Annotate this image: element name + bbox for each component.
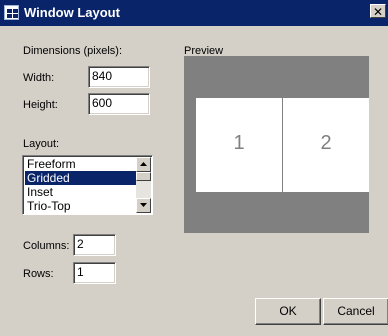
- scroll-up-button[interactable]: [136, 157, 151, 172]
- layout-scrollbar[interactable]: [136, 157, 151, 213]
- width-input[interactable]: 840: [88, 66, 150, 88]
- preview-pane-number: 2: [320, 132, 332, 154]
- preview-pane-2: 2: [283, 98, 369, 192]
- height-input[interactable]: 600: [88, 93, 150, 115]
- ok-button[interactable]: OK: [255, 298, 321, 325]
- cancel-button[interactable]: Cancel: [323, 298, 388, 325]
- layout-listbox[interactable]: Freeform Gridded Inset Trio-Top: [22, 155, 153, 215]
- arrow-down-icon: [140, 203, 147, 207]
- window-layout-icon: [4, 5, 19, 20]
- dimensions-label: Dimensions (pixels):: [23, 45, 123, 57]
- height-label: Height:: [23, 99, 58, 111]
- window-title: Window Layout: [24, 5, 120, 20]
- layout-preview: 1 2: [184, 56, 369, 233]
- list-item[interactable]: Trio-Top: [25, 199, 136, 213]
- arrow-up-icon: [140, 162, 147, 166]
- preview-pane-1: 1: [196, 98, 282, 192]
- preview-pane-number: 1: [233, 132, 245, 154]
- layout-label: Layout:: [23, 138, 60, 150]
- list-item[interactable]: Inset: [25, 185, 136, 199]
- scroll-thumb[interactable]: [136, 172, 151, 181]
- scroll-down-button[interactable]: [136, 198, 151, 213]
- window-layout-dialog: Window Layout ✕ Dimensions (pixels): Wid…: [0, 0, 388, 336]
- close-button[interactable]: ✕: [370, 4, 386, 19]
- rows-label: Rows:: [23, 268, 54, 280]
- list-item-selected[interactable]: Gridded: [25, 171, 136, 185]
- columns-label: Columns:: [23, 240, 70, 252]
- title-bar[interactable]: Window Layout ✕: [0, 0, 388, 26]
- columns-input[interactable]: 2: [73, 234, 116, 256]
- close-icon: ✕: [372, 5, 384, 19]
- width-label: Width:: [23, 72, 55, 84]
- rows-input[interactable]: 1: [73, 262, 116, 284]
- list-item[interactable]: Freeform: [25, 157, 136, 171]
